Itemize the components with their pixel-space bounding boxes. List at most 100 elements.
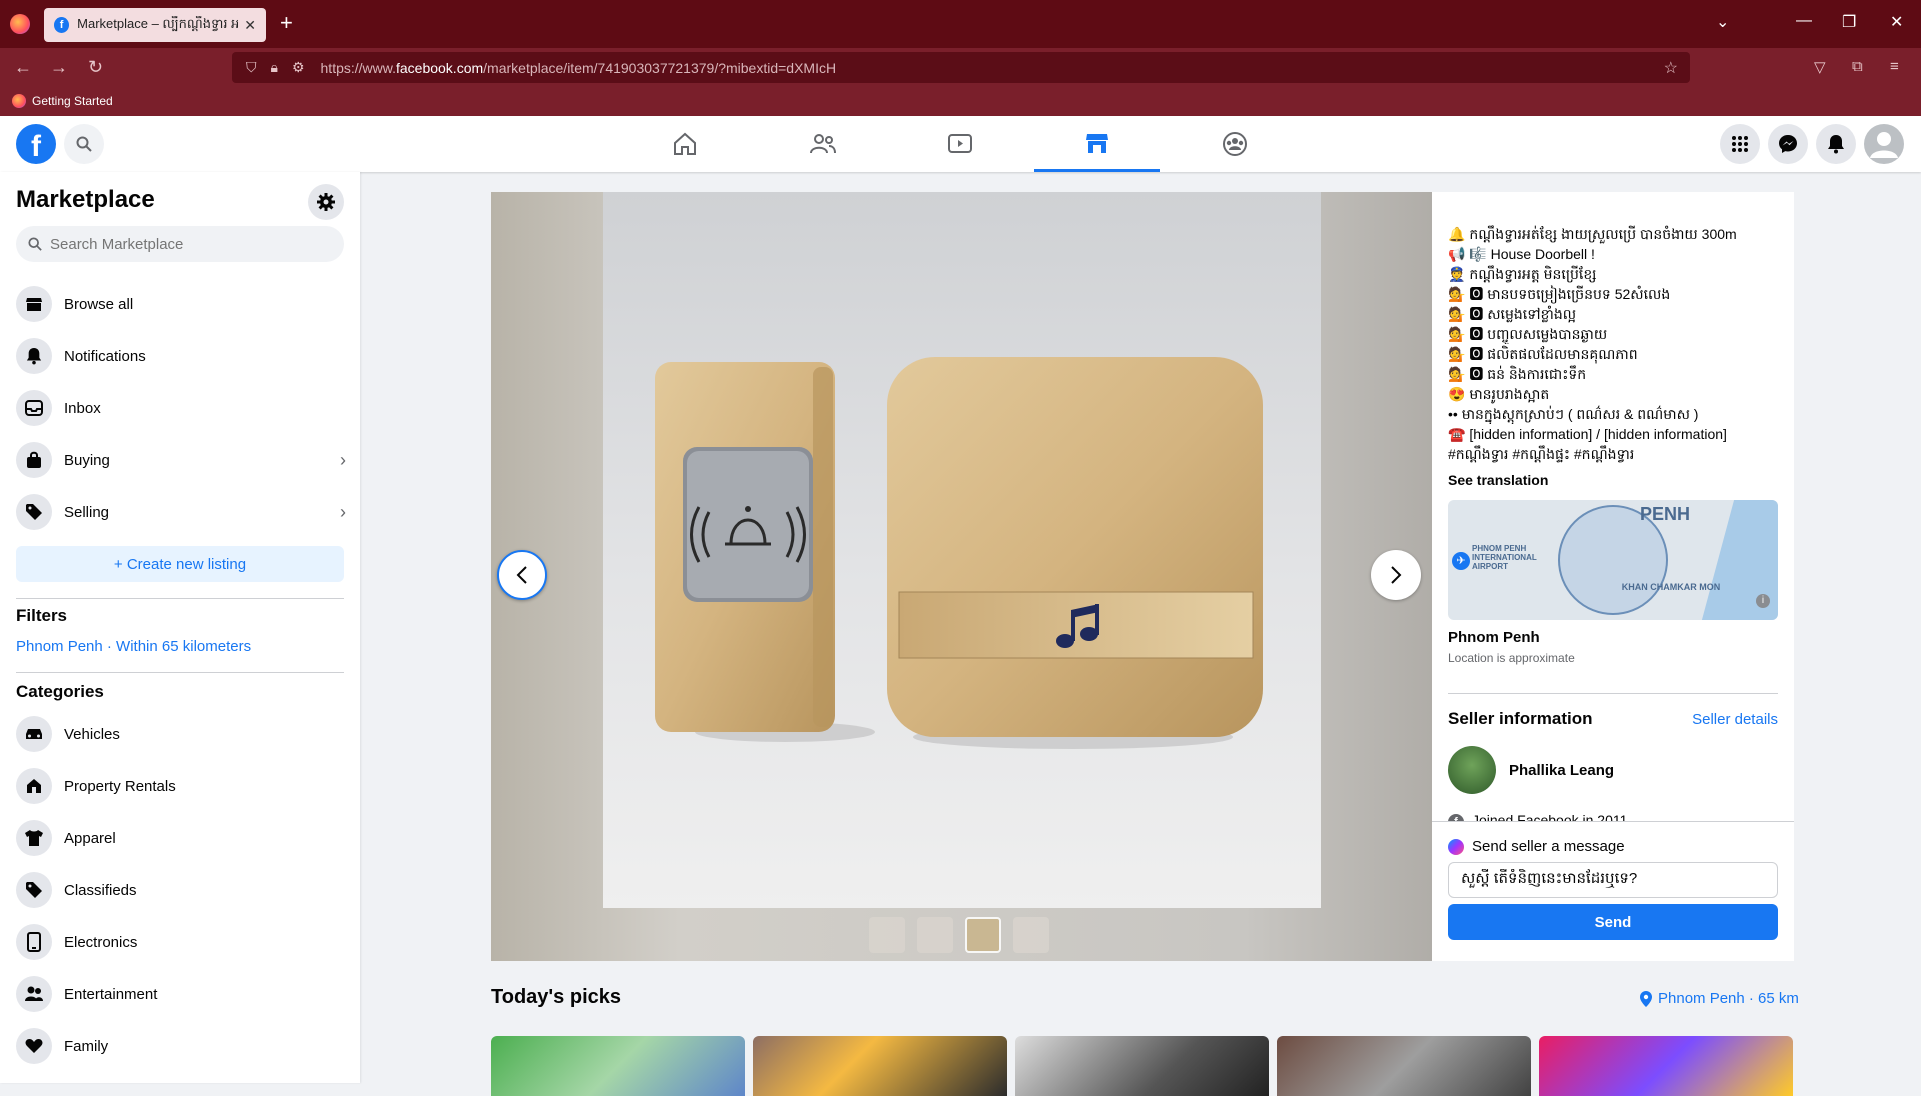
close-tab-icon[interactable]: ✕: [244, 17, 256, 34]
reload-icon[interactable]: ↻: [88, 57, 103, 78]
search-icon[interactable]: [64, 124, 104, 164]
sidebar-item-label: Inbox: [64, 399, 101, 417]
next-photo-button[interactable]: [1371, 550, 1421, 600]
listing-photo: [603, 192, 1321, 908]
listing-details-panel: 🔔 កណ្ដឹងទ្វារអត់ខ្សែ ងាយស្រួលប្រើ បានចំង…: [1432, 192, 1794, 961]
pick-item-card[interactable]: [1539, 1036, 1793, 1096]
category-label: Vehicles: [64, 725, 120, 743]
bookmark-star-icon[interactable]: ☆: [1664, 58, 1678, 78]
photo-thumbnail-selected[interactable]: [965, 917, 1001, 953]
seller-details-link[interactable]: Seller details: [1692, 711, 1778, 728]
watch-icon[interactable]: [897, 116, 1023, 172]
pick-item-card[interactable]: [491, 1036, 745, 1096]
search-marketplace-input[interactable]: [50, 235, 330, 253]
notifications-bell-icon[interactable]: [1816, 124, 1856, 164]
restore-icon[interactable]: ❐: [1842, 12, 1856, 32]
picks-location-link[interactable]: Phnom Penh · 65 km: [1640, 990, 1799, 1007]
marketplace-icon[interactable]: [1034, 116, 1160, 172]
category-electronics[interactable]: Electronics: [8, 916, 352, 968]
shirt-icon: [16, 820, 52, 856]
address-bar[interactable]: ⛉ 🔒︎ ⚙︎ https://www.facebook.com/marketp…: [232, 52, 1690, 83]
tag-icon: [16, 872, 52, 908]
pick-item-card[interactable]: [753, 1036, 1007, 1096]
seller-name[interactable]: Phallika Leang: [1509, 762, 1614, 779]
doorbell-product-image: [655, 357, 1263, 749]
location-filter-link[interactable]: Phnom Penh · Within 65 kilometers: [16, 638, 251, 655]
new-tab-icon[interactable]: +: [280, 12, 293, 34]
search-icon: [28, 237, 42, 251]
facebook-favicon-icon: f: [54, 17, 70, 33]
tab-list-icon[interactable]: ⌄: [1716, 12, 1729, 32]
sidebar-item-inbox[interactable]: Inbox: [8, 382, 352, 434]
category-entertainment[interactable]: Entertainment: [8, 968, 352, 1020]
people-icon: [16, 976, 52, 1012]
photo-thumbnail[interactable]: [869, 917, 905, 953]
marketplace-search[interactable]: [16, 226, 344, 262]
url-text[interactable]: https://www.facebook.com/marketplace/ite…: [321, 60, 837, 76]
browser-tab-bar: f Marketplace – ល្បីកណ្ដឹងទ្វារ អាចចូលបា…: [0, 0, 1921, 48]
category-family[interactable]: Family: [8, 1020, 352, 1072]
close-window-icon[interactable]: ✕: [1890, 12, 1903, 32]
account-avatar[interactable]: [1864, 124, 1904, 164]
facebook-logo-icon[interactable]: f: [16, 124, 56, 164]
categories-heading: Categories: [16, 682, 104, 701]
groups-icon[interactable]: [1172, 116, 1298, 172]
home-icon[interactable]: [622, 116, 748, 172]
category-label: Classifieds: [64, 881, 137, 899]
category-property-rentals[interactable]: Property Rentals: [8, 760, 352, 812]
shield-icon[interactable]: ⛉: [246, 59, 257, 76]
browser-tab[interactable]: f Marketplace – ល្បីកណ្ដឹងទ្វារ អាចចូលបា…: [44, 8, 266, 42]
seller-avatar[interactable]: [1448, 746, 1496, 794]
location-note: Location is approximate: [1448, 651, 1575, 665]
minimize-icon[interactable]: —: [1796, 12, 1812, 30]
sidebar-item-selling[interactable]: Selling ›: [8, 486, 352, 538]
settings-gear-icon[interactable]: [308, 184, 344, 220]
sidebar-item-buying[interactable]: Buying ›: [8, 434, 352, 486]
pick-item-card[interactable]: [1277, 1036, 1531, 1096]
bag-icon: [16, 442, 52, 478]
pick-item-card[interactable]: [1015, 1036, 1269, 1096]
inbox-icon: [16, 390, 52, 426]
friends-icon[interactable]: [760, 116, 886, 172]
seller-info-heading: Seller information: [1448, 709, 1593, 728]
info-icon[interactable]: i: [1756, 594, 1770, 608]
sidebar-item-label: Browse all: [64, 295, 134, 313]
extensions-icon[interactable]: ⧉: [1852, 58, 1863, 75]
airplane-icon: ✈: [1452, 552, 1470, 570]
map-airport-label: PHNOM PENH INTERNATIONAL AIRPORT: [1472, 544, 1537, 571]
category-vehicles[interactable]: Vehicles: [8, 708, 352, 760]
location-map[interactable]: PENH PHNOM PENH INTERNATIONAL AIRPORT KH…: [1448, 500, 1778, 620]
bookmark-getting-started[interactable]: Getting Started: [12, 94, 113, 108]
menu-icon[interactable]: ≡: [1890, 58, 1899, 75]
car-icon: [16, 716, 52, 752]
photo-thumbnail[interactable]: [1013, 917, 1049, 953]
chevron-right-icon: ›: [340, 449, 346, 470]
menu-grid-icon[interactable]: [1720, 124, 1760, 164]
message-seller-box: Send seller a message Send: [1432, 821, 1794, 961]
previous-photo-button[interactable]: [497, 550, 547, 600]
tag-icon: [16, 494, 52, 530]
see-translation-link[interactable]: See translation: [1448, 472, 1548, 488]
photo-thumbnail[interactable]: [917, 917, 953, 953]
lock-icon[interactable]: 🔒︎: [271, 59, 278, 76]
sidebar-item-label: Notifications: [64, 347, 146, 365]
sidebar-item-browse-all[interactable]: Browse all: [8, 278, 352, 330]
category-apparel[interactable]: Apparel: [8, 812, 352, 864]
category-label: Family: [64, 1037, 109, 1055]
firefox-bookmark-icon: [12, 94, 26, 108]
messenger-icon[interactable]: [1768, 124, 1808, 164]
phone-icon: [16, 924, 52, 960]
message-input[interactable]: [1448, 862, 1778, 898]
permissions-icon[interactable]: ⚙︎: [292, 59, 305, 76]
category-classifieds[interactable]: Classifieds: [8, 864, 352, 916]
category-label: Apparel: [64, 829, 116, 847]
create-new-listing-button[interactable]: + Create new listing: [16, 546, 344, 582]
back-icon[interactable]: ←: [14, 57, 32, 78]
divider: [1448, 693, 1778, 694]
heart-icon: [16, 1028, 52, 1064]
firefox-icon[interactable]: [10, 14, 30, 34]
sidebar-item-notifications[interactable]: Notifications: [8, 330, 352, 382]
pocket-icon[interactable]: ▽: [1814, 58, 1826, 76]
forward-icon[interactable]: →: [50, 57, 68, 78]
send-button[interactable]: Send: [1448, 904, 1778, 940]
